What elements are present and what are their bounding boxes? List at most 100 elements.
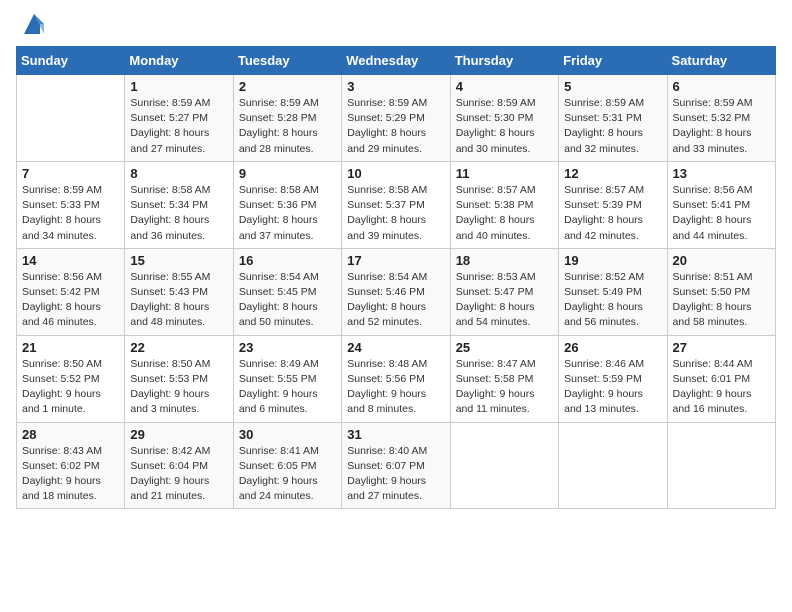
day-info: Sunrise: 8:59 AMSunset: 5:33 PMDaylight:…: [22, 183, 119, 244]
calendar-cell: 16 Sunrise: 8:54 AMSunset: 5:45 PMDayligh…: [233, 248, 341, 335]
day-info: Sunrise: 8:48 AMSunset: 5:56 PMDaylight:…: [347, 357, 444, 418]
day-info: Sunrise: 8:59 AMSunset: 5:32 PMDaylight:…: [673, 96, 770, 157]
day-info: Sunrise: 8:56 AMSunset: 5:41 PMDaylight:…: [673, 183, 770, 244]
header-sunday: Sunday: [17, 47, 125, 75]
header-friday: Friday: [559, 47, 667, 75]
calendar-cell: 5 Sunrise: 8:59 AMSunset: 5:31 PMDaylight…: [559, 75, 667, 162]
header-monday: Monday: [125, 47, 233, 75]
week-row-0: 1 Sunrise: 8:59 AMSunset: 5:27 PMDaylight…: [17, 75, 776, 162]
day-info: Sunrise: 8:54 AMSunset: 5:46 PMDaylight:…: [347, 270, 444, 331]
calendar-cell: 17 Sunrise: 8:54 AMSunset: 5:46 PMDayligh…: [342, 248, 450, 335]
week-row-3: 21Sunrise: 8:50 AMSunset: 5:52 PMDayligh…: [17, 335, 776, 422]
day-number: 15: [130, 253, 227, 268]
day-info: Sunrise: 8:54 AMSunset: 5:45 PMDaylight:…: [239, 270, 336, 331]
day-number: 4: [456, 79, 553, 94]
day-number: 18: [456, 253, 553, 268]
calendar-cell: 26 Sunrise: 8:46 AMSunset: 5:59 PMDayligh…: [559, 335, 667, 422]
header-thursday: Thursday: [450, 47, 558, 75]
calendar-cell: 20 Sunrise: 8:51 AMSunset: 5:50 PMDayligh…: [667, 248, 775, 335]
day-number: 30: [239, 427, 336, 442]
day-info: Sunrise: 8:41 AMSunset: 6:05 PMDaylight:…: [239, 444, 336, 505]
day-info: Sunrise: 8:47 AMSunset: 5:58 PMDaylight:…: [456, 357, 553, 418]
calendar-cell: 23 Sunrise: 8:49 AMSunset: 5:55 PMDayligh…: [233, 335, 341, 422]
day-info: Sunrise: 8:42 AMSunset: 6:04 PMDaylight:…: [130, 444, 227, 505]
header-wednesday: Wednesday: [342, 47, 450, 75]
day-number: 22: [130, 340, 227, 355]
day-info: Sunrise: 8:43 AMSunset: 6:02 PMDaylight:…: [22, 444, 119, 505]
day-info: Sunrise: 8:40 AMSunset: 6:07 PMDaylight:…: [347, 444, 444, 505]
day-number: 12: [564, 166, 661, 181]
day-info: Sunrise: 8:59 AMSunset: 5:27 PMDaylight:…: [130, 96, 227, 157]
day-number: 16: [239, 253, 336, 268]
calendar-header-row: SundayMondayTuesdayWednesdayThursdayFrid…: [17, 47, 776, 75]
day-number: 20: [673, 253, 770, 268]
calendar-cell: 9 Sunrise: 8:58 AMSunset: 5:36 PMDaylight…: [233, 161, 341, 248]
day-number: 3: [347, 79, 444, 94]
calendar-cell: [559, 422, 667, 509]
day-info: Sunrise: 8:53 AMSunset: 5:47 PMDaylight:…: [456, 270, 553, 331]
day-info: Sunrise: 8:59 AMSunset: 5:28 PMDaylight:…: [239, 96, 336, 157]
calendar-cell: 7 Sunrise: 8:59 AMSunset: 5:33 PMDaylight…: [17, 161, 125, 248]
page-header: [16, 10, 776, 38]
calendar-cell: 14Sunrise: 8:56 AMSunset: 5:42 PMDayligh…: [17, 248, 125, 335]
day-info: Sunrise: 8:58 AMSunset: 5:34 PMDaylight:…: [130, 183, 227, 244]
calendar-cell: [17, 75, 125, 162]
calendar-cell: 25Sunrise: 8:47 AMSunset: 5:58 PMDayligh…: [450, 335, 558, 422]
day-info: Sunrise: 8:46 AMSunset: 5:59 PMDaylight:…: [564, 357, 661, 418]
calendar-cell: 24 Sunrise: 8:48 AMSunset: 5:56 PMDayligh…: [342, 335, 450, 422]
calendar-cell: 11 Sunrise: 8:57 AMSunset: 5:38 PMDayligh…: [450, 161, 558, 248]
day-info: Sunrise: 8:57 AMSunset: 5:39 PMDaylight:…: [564, 183, 661, 244]
day-number: 13: [673, 166, 770, 181]
day-number: 17: [347, 253, 444, 268]
calendar-cell: [667, 422, 775, 509]
day-info: Sunrise: 8:59 AMSunset: 5:29 PMDaylight:…: [347, 96, 444, 157]
calendar-cell: 31 Sunrise: 8:40 AMSunset: 6:07 PMDayligh…: [342, 422, 450, 509]
calendar-cell: [450, 422, 558, 509]
day-info: Sunrise: 8:51 AMSunset: 5:50 PMDaylight:…: [673, 270, 770, 331]
day-number: 14: [22, 253, 119, 268]
day-number: 11: [456, 166, 553, 181]
day-number: 9: [239, 166, 336, 181]
calendar-table: SundayMondayTuesdayWednesdayThursdayFrid…: [16, 46, 776, 509]
calendar-cell: 18 Sunrise: 8:53 AMSunset: 5:47 PMDayligh…: [450, 248, 558, 335]
day-number: 28: [22, 427, 119, 442]
day-info: Sunrise: 8:58 AMSunset: 5:36 PMDaylight:…: [239, 183, 336, 244]
day-number: 8: [130, 166, 227, 181]
week-row-2: 14Sunrise: 8:56 AMSunset: 5:42 PMDayligh…: [17, 248, 776, 335]
calendar-cell: 21Sunrise: 8:50 AMSunset: 5:52 PMDayligh…: [17, 335, 125, 422]
day-info: Sunrise: 8:44 AMSunset: 6:01 PMDaylight:…: [673, 357, 770, 418]
calendar-cell: 12 Sunrise: 8:57 AMSunset: 5:39 PMDayligh…: [559, 161, 667, 248]
week-row-1: 7 Sunrise: 8:59 AMSunset: 5:33 PMDaylight…: [17, 161, 776, 248]
day-info: Sunrise: 8:58 AMSunset: 5:37 PMDaylight:…: [347, 183, 444, 244]
calendar-cell: 4 Sunrise: 8:59 AMSunset: 5:30 PMDaylight…: [450, 75, 558, 162]
calendar-cell: 10Sunrise: 8:58 AMSunset: 5:37 PMDayligh…: [342, 161, 450, 248]
day-number: 31: [347, 427, 444, 442]
day-number: 24: [347, 340, 444, 355]
calendar-cell: 27 Sunrise: 8:44 AMSunset: 6:01 PMDayligh…: [667, 335, 775, 422]
day-number: 2: [239, 79, 336, 94]
day-info: Sunrise: 8:59 AMSunset: 5:30 PMDaylight:…: [456, 96, 553, 157]
day-number: 23: [239, 340, 336, 355]
calendar-cell: 2 Sunrise: 8:59 AMSunset: 5:28 PMDaylight…: [233, 75, 341, 162]
day-number: 5: [564, 79, 661, 94]
calendar-cell: 30 Sunrise: 8:41 AMSunset: 6:05 PMDayligh…: [233, 422, 341, 509]
day-info: Sunrise: 8:50 AMSunset: 5:52 PMDaylight:…: [22, 357, 119, 418]
day-number: 1: [130, 79, 227, 94]
week-row-4: 28 Sunrise: 8:43 AMSunset: 6:02 PMDayligh…: [17, 422, 776, 509]
header-tuesday: Tuesday: [233, 47, 341, 75]
calendar-cell: 15Sunrise: 8:55 AMSunset: 5:43 PMDayligh…: [125, 248, 233, 335]
calendar-cell: 6Sunrise: 8:59 AMSunset: 5:32 PMDaylight…: [667, 75, 775, 162]
day-number: 19: [564, 253, 661, 268]
day-info: Sunrise: 8:59 AMSunset: 5:31 PMDaylight:…: [564, 96, 661, 157]
day-info: Sunrise: 8:57 AMSunset: 5:38 PMDaylight:…: [456, 183, 553, 244]
calendar-cell: 1 Sunrise: 8:59 AMSunset: 5:27 PMDaylight…: [125, 75, 233, 162]
day-info: Sunrise: 8:52 AMSunset: 5:49 PMDaylight:…: [564, 270, 661, 331]
day-info: Sunrise: 8:49 AMSunset: 5:55 PMDaylight:…: [239, 357, 336, 418]
calendar-cell: 19 Sunrise: 8:52 AMSunset: 5:49 PMDayligh…: [559, 248, 667, 335]
logo: [16, 14, 48, 38]
calendar-cell: 8 Sunrise: 8:58 AMSunset: 5:34 PMDaylight…: [125, 161, 233, 248]
day-number: 7: [22, 166, 119, 181]
day-number: 27: [673, 340, 770, 355]
day-number: 26: [564, 340, 661, 355]
calendar-cell: 3 Sunrise: 8:59 AMSunset: 5:29 PMDaylight…: [342, 75, 450, 162]
